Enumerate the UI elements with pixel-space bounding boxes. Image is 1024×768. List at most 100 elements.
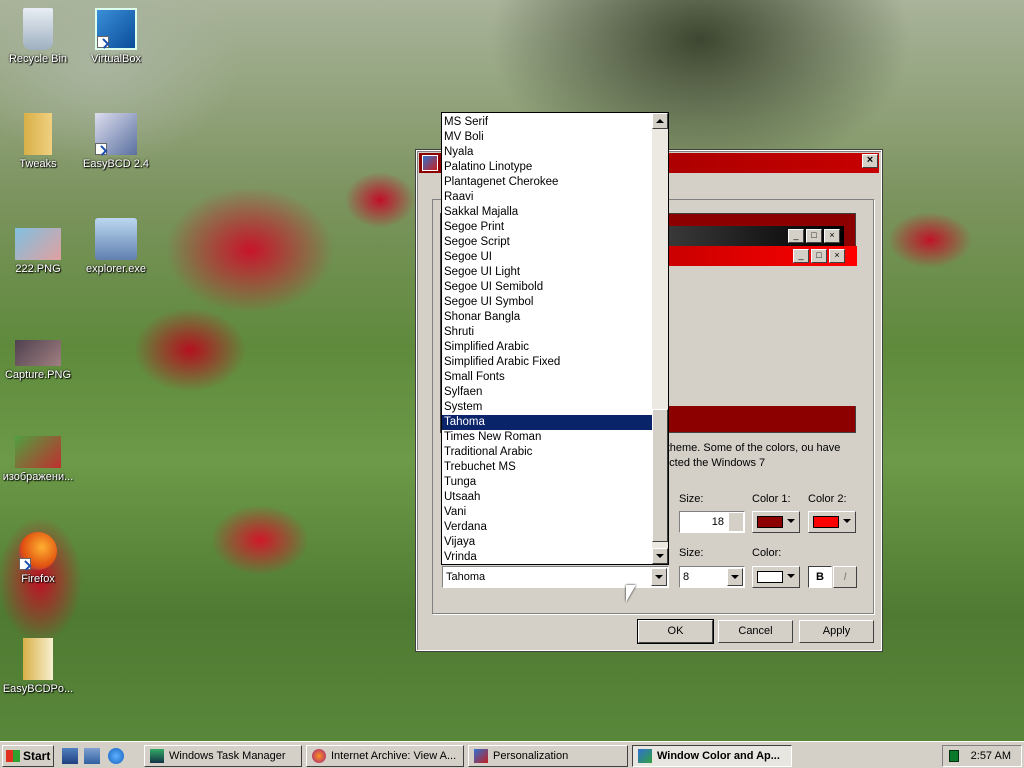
chevron-down-icon [787, 519, 795, 523]
font-option[interactable]: Tunga [442, 475, 654, 490]
font-option[interactable]: Segoe Script [442, 235, 654, 250]
italic-button[interactable]: I [833, 566, 857, 588]
font-option[interactable]: MS Serif [442, 115, 654, 130]
font-option[interactable]: Times New Roman [442, 430, 654, 445]
font-option-selected[interactable]: Tahoma [442, 415, 654, 430]
desktop-icon-virtualbox[interactable]: VirtualBox [76, 8, 156, 65]
windows-flag-icon [6, 750, 20, 762]
cancel-button[interactable]: Cancel [718, 620, 793, 643]
font-option[interactable]: Simplified Arabic Fixed [442, 355, 654, 370]
desktop-icon-tweaks[interactable]: Tweaks [0, 113, 78, 170]
color1-swatch [757, 516, 783, 528]
virtualbox-icon [95, 8, 137, 50]
item-size-spinner[interactable]: 18 [679, 511, 745, 533]
show-desktop-icon[interactable] [62, 748, 78, 764]
font-size-label: Size: [679, 547, 704, 559]
font-list-scrollbar[interactable] [652, 113, 668, 564]
font-option[interactable]: Segoe UI Semibold [442, 280, 654, 295]
personalization-icon [474, 749, 488, 763]
scroll-up-icon[interactable] [652, 113, 668, 129]
chevron-down-icon[interactable] [727, 568, 743, 586]
font-option[interactable]: Traditional Arabic [442, 445, 654, 460]
start-label: Start [23, 749, 51, 763]
folder-icon [23, 638, 53, 680]
font-option[interactable]: MV Boli [442, 130, 654, 145]
internet-explorer-icon[interactable] [108, 748, 124, 764]
desktop-icon-label: 222.PNG [15, 263, 61, 275]
folder-icon [24, 113, 52, 155]
font-option[interactable]: Segoe UI Symbol [442, 295, 654, 310]
task-label: Personalization [493, 750, 569, 762]
desktop-icon-easybcd[interactable]: EasyBCD 2.4 [76, 113, 156, 170]
desktop-icon-label: EasyBCDPo... [2, 683, 74, 695]
font-option[interactable]: Vijaya [442, 535, 654, 550]
color2-picker[interactable] [808, 511, 856, 533]
font-option[interactable]: Small Fonts [442, 370, 654, 385]
image-file-icon [15, 228, 61, 260]
font-option[interactable]: Vrinda [442, 550, 654, 564]
task-personalization[interactable]: Personalization [468, 745, 628, 767]
desktop-icon-222-png[interactable]: 222.PNG [0, 228, 78, 275]
font-option[interactable]: Nyala [442, 145, 654, 160]
computer-icon [95, 218, 137, 260]
font-option[interactable]: Utsaah [442, 490, 654, 505]
font-dropdown-list[interactable]: MS Serif MV Boli Nyala Palatino Linotype… [441, 112, 669, 565]
item-size-value: 18 [711, 516, 724, 528]
desktop-icon-explorer[interactable]: explorer.exe [76, 218, 156, 275]
font-option[interactable]: Sakkal Majalla [442, 205, 654, 220]
desktop-icon-image-file[interactable]: изображени... [0, 436, 78, 483]
item-size-label: Size: [679, 493, 704, 505]
easybcd-icon [95, 113, 137, 155]
font-option[interactable]: Verdana [442, 520, 654, 535]
desktop-icon-firefox[interactable]: Firefox [0, 532, 78, 585]
font-option[interactable]: Raavi [442, 190, 654, 205]
spinner-arrows-icon[interactable] [729, 513, 743, 531]
desktop-icon-easybcd-portable[interactable]: EasyBCDPo... [0, 638, 78, 695]
dialog-close-button[interactable]: × [862, 154, 878, 168]
ok-button[interactable]: OK [637, 619, 714, 644]
font-option[interactable]: Segoe UI Light [442, 265, 654, 280]
shortcut-arrow-icon [95, 143, 107, 155]
font-color-swatch [757, 571, 783, 583]
font-select-value: Tahoma [446, 571, 486, 583]
color1-picker[interactable] [752, 511, 800, 533]
desktop-icon-capture-png[interactable]: Capture.PNG [0, 340, 78, 381]
desktop-icon-recycle-bin[interactable]: Recycle Bin [0, 8, 78, 65]
scroll-down-icon[interactable] [652, 548, 668, 564]
chevron-down-icon[interactable] [651, 568, 667, 586]
minimize-icon: _ [793, 249, 809, 263]
font-option[interactable]: Sylfaen [442, 385, 654, 400]
font-list: MS Serif MV Boli Nyala Palatino Linotype… [442, 115, 654, 564]
font-option[interactable]: Simplified Arabic [442, 340, 654, 355]
task-internet-archive[interactable]: Internet Archive: View A... [306, 745, 464, 767]
firefox-icon [312, 749, 326, 763]
font-option[interactable]: Trebuchet MS [442, 460, 654, 475]
font-option[interactable]: Shonar Bangla [442, 310, 654, 325]
tray-battery-icon[interactable] [949, 750, 959, 762]
font-size-select[interactable]: 8 [679, 566, 745, 588]
mouse-cursor-icon [626, 585, 636, 602]
clock[interactable]: 2:57 AM [971, 750, 1011, 762]
chevron-down-icon [843, 519, 851, 523]
apply-button[interactable]: Apply [799, 620, 874, 643]
font-option[interactable]: Palatino Linotype [442, 160, 654, 175]
start-button[interactable]: Start [2, 745, 54, 767]
font-option[interactable]: Segoe UI [442, 250, 654, 265]
font-option[interactable]: Segoe Print [442, 220, 654, 235]
font-color-picker[interactable] [752, 566, 800, 588]
theme-description-text: s 7 theme. Some of the colors, ou have s… [649, 442, 841, 469]
image-file-icon [15, 436, 61, 468]
font-option[interactable]: Plantagenet Cherokee [442, 175, 654, 190]
window-color-icon [638, 749, 652, 763]
desktop-icon-label: Recycle Bin [8, 53, 68, 65]
task-windows-task-manager[interactable]: Windows Task Manager [144, 745, 302, 767]
task-window-color[interactable]: Window Color and Ap... [632, 745, 792, 767]
font-option[interactable]: Shruti [442, 325, 654, 340]
desktop-icon-label: explorer.exe [86, 263, 146, 275]
bold-button[interactable]: B [808, 566, 832, 588]
switch-windows-icon[interactable] [84, 748, 100, 764]
font-option[interactable]: Vani [442, 505, 654, 520]
scrollbar-thumb[interactable] [652, 409, 668, 542]
desktop-icon-label: изображени... [2, 471, 74, 483]
font-option[interactable]: System [442, 400, 654, 415]
